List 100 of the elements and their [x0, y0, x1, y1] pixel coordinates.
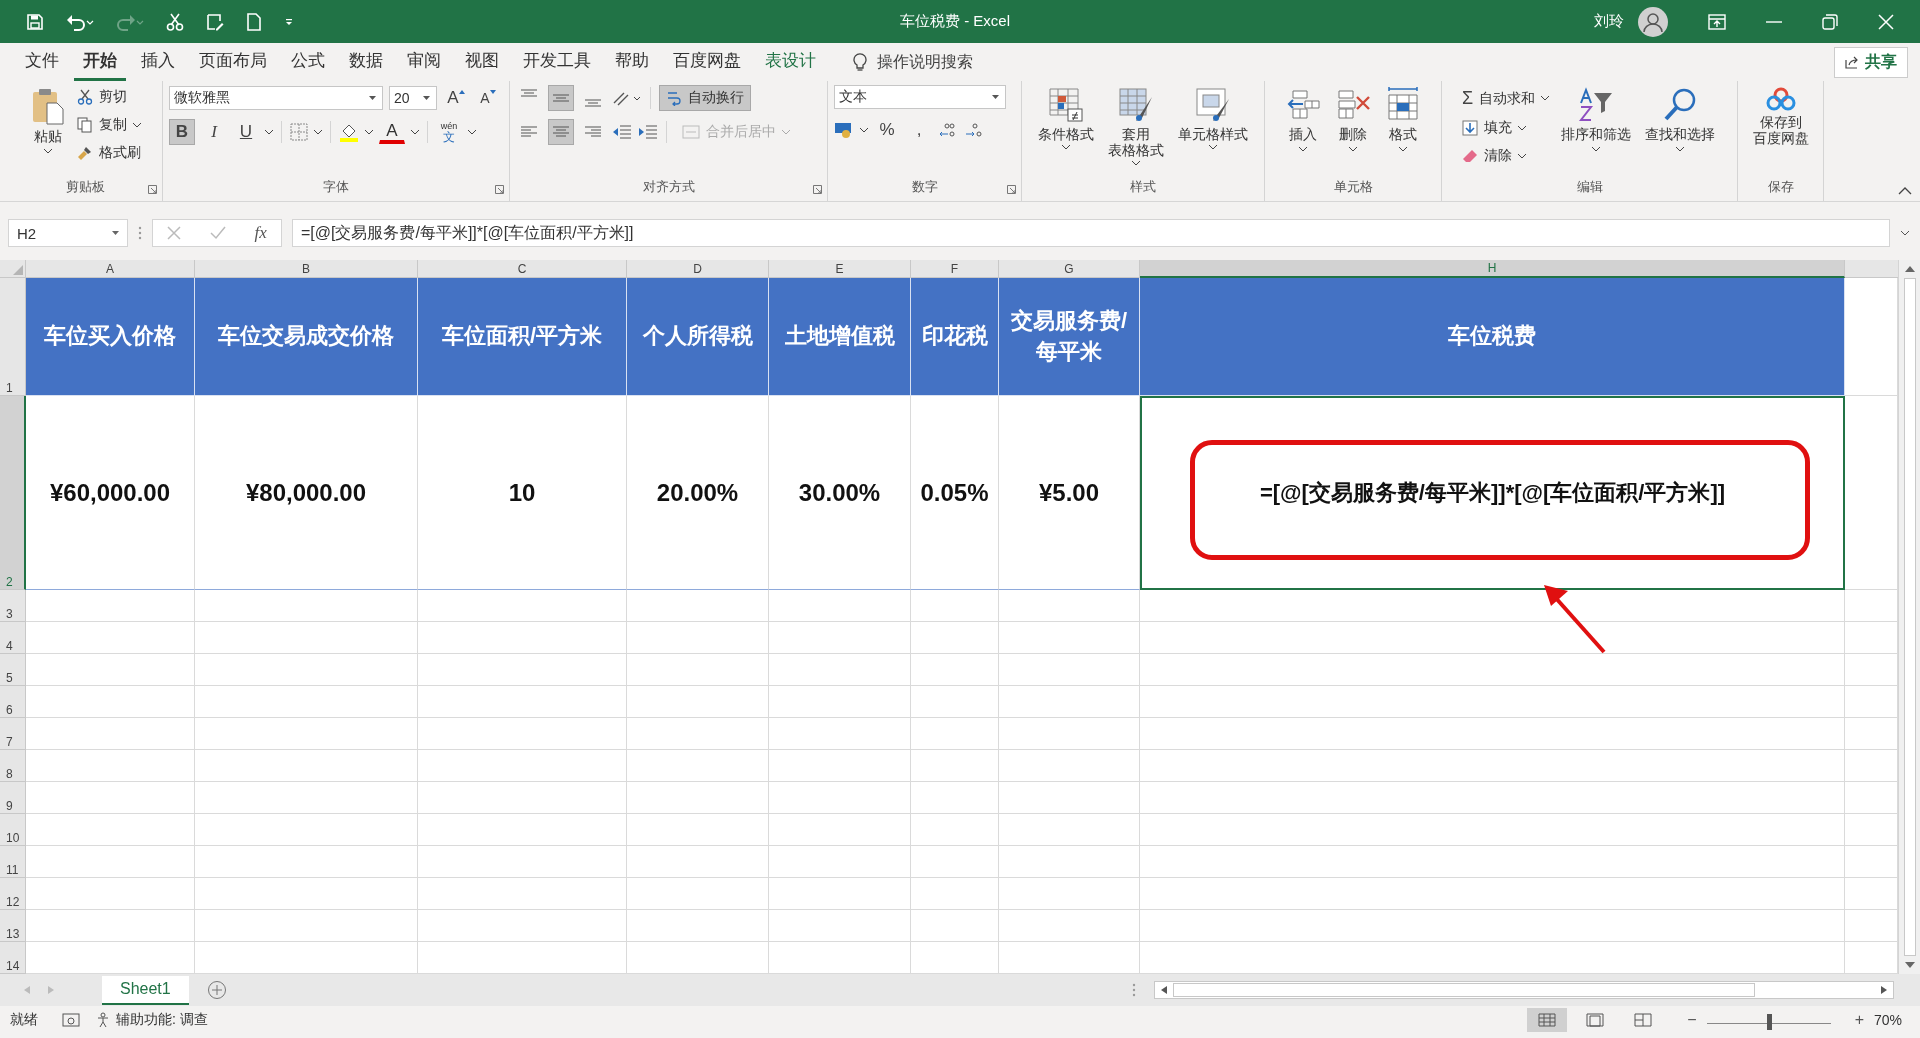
scrollbar-thumb[interactable] — [1173, 983, 1755, 997]
italic-button[interactable]: I — [201, 119, 227, 145]
style-button[interactable]: 条件格式 — [1034, 85, 1098, 153]
accessibility-button[interactable]: 辅助功能: 调查 — [96, 1011, 208, 1029]
row-header[interactable]: 1 — [0, 278, 26, 396]
caret-icon[interactable] — [860, 127, 868, 133]
decrease-decimal-icon[interactable] — [964, 121, 984, 139]
row-header[interactable]: 7 — [0, 718, 26, 750]
scroll-right-icon[interactable] — [1881, 986, 1887, 994]
bold-button[interactable]: B — [169, 119, 195, 145]
restore-icon[interactable] — [1822, 13, 1838, 30]
cut-button[interactable]: 剪切 — [75, 85, 143, 109]
scroll-left-icon[interactable] — [1161, 986, 1167, 994]
caret-icon[interactable] — [411, 129, 419, 135]
expand-icon[interactable] — [1900, 230, 1910, 236]
cells-button[interactable]: 格式 — [1381, 85, 1425, 154]
formula-field[interactable]: =[@[交易服务费/每平米]]*[@[车位面积/平方米]] — [292, 219, 1890, 247]
row-header[interactable]: 4 — [0, 622, 26, 654]
ribbon-tab[interactable]: 表设计 — [756, 43, 825, 81]
ribbon-tab[interactable]: 百度网盘 — [664, 43, 750, 81]
scissors-icon[interactable] — [166, 12, 184, 31]
scroll-up-icon[interactable] — [1904, 266, 1915, 272]
ribbon-tab[interactable]: 审阅 — [398, 43, 450, 81]
drag-handle-icon[interactable] — [138, 226, 142, 240]
avatar-icon[interactable] — [1638, 6, 1668, 37]
ribbon-tab[interactable]: 文件 — [16, 43, 68, 81]
row-header[interactable]: 2 — [0, 396, 26, 590]
dialog-launcher-icon[interactable] — [495, 185, 504, 194]
row-header[interactable]: 9 — [0, 782, 26, 814]
ribbon-tab[interactable]: 开发工具 — [514, 43, 600, 81]
collapse-ribbon-icon[interactable] — [1898, 187, 1912, 195]
style-button[interactable]: 单元格样式 — [1174, 85, 1252, 153]
cells-button[interactable]: 插入 — [1281, 85, 1325, 154]
save-icon[interactable] — [26, 12, 44, 31]
dialog-launcher-icon[interactable] — [813, 185, 822, 194]
ribbon-tab[interactable]: 页面布局 — [190, 43, 276, 81]
ribbon-display-icon[interactable] — [1708, 13, 1726, 30]
column-header[interactable]: F — [911, 260, 999, 278]
ribbon-tab[interactable]: 帮助 — [606, 43, 658, 81]
scrollbar-thumb[interactable] — [1903, 278, 1916, 956]
view-button[interactable] — [1527, 1008, 1568, 1032]
row-header[interactable]: 10 — [0, 814, 26, 846]
share-button[interactable]: 共享 — [1834, 46, 1908, 78]
increase-decimal-icon[interactable] — [938, 121, 958, 139]
check-icon[interactable] — [209, 226, 226, 240]
percent-button[interactable]: % — [874, 117, 900, 143]
row-header[interactable]: 3 — [0, 590, 26, 622]
sheet-tab[interactable]: Sheet1 — [102, 975, 189, 1005]
ribbon-tab[interactable]: 公式 — [282, 43, 334, 81]
underline-button[interactable]: U — [233, 119, 259, 145]
horizontal-scrollbar[interactable] — [1154, 981, 1894, 999]
font-color-button[interactable]: A — [379, 120, 405, 144]
row-header[interactable]: 5 — [0, 654, 26, 686]
caret-icon[interactable] — [365, 129, 373, 135]
decrease-indent-icon[interactable] — [612, 124, 632, 140]
fill-color-icon[interactable] — [339, 122, 359, 142]
scroll-down-icon[interactable] — [1904, 962, 1915, 968]
caret-icon[interactable] — [265, 129, 273, 135]
name-box[interactable]: H2 — [8, 219, 128, 247]
sort-filter-button[interactable]: 排序和筛选 — [1557, 85, 1636, 154]
row-header[interactable]: 12 — [0, 878, 26, 910]
close-icon[interactable] — [1878, 13, 1894, 30]
phonetic-button[interactable]: wén 文 — [436, 119, 462, 145]
copy-button[interactable]: 复制 — [75, 113, 143, 137]
zoom-out-button[interactable]: − — [1687, 1011, 1697, 1029]
currency-icon[interactable] — [834, 121, 854, 139]
save-to-cloud-button[interactable]: 保存到 百度网盘 — [1748, 85, 1813, 149]
user-name[interactable]: 刘玲 — [1594, 12, 1624, 31]
column-header[interactable]: A — [26, 260, 195, 278]
zoom-level[interactable]: 70% — [1873, 1012, 1902, 1028]
macro-record-icon[interactable] — [62, 1013, 80, 1027]
add-sheet-icon[interactable] — [206, 980, 227, 1000]
column-header[interactable]: G — [999, 260, 1140, 278]
dialog-launcher-icon[interactable] — [1007, 185, 1016, 194]
minimize-icon[interactable] — [1766, 19, 1782, 24]
find-select-button[interactable]: 查找和选择 — [1641, 85, 1720, 154]
caret-icon[interactable] — [314, 129, 322, 135]
number-format-field[interactable]: 文本 — [834, 85, 1006, 109]
clear-button[interactable]: 清除 — [1459, 144, 1552, 168]
zoom-in-button[interactable]: + — [1854, 1011, 1864, 1029]
grow-font-button[interactable]: A — [443, 85, 469, 111]
shrink-font-button[interactable]: A — [475, 85, 501, 111]
split-handle-icon[interactable] — [1132, 983, 1136, 997]
font-size-field[interactable]: 20 — [389, 86, 437, 110]
cells-button[interactable]: 删除 — [1331, 85, 1375, 154]
caret-icon[interactable] — [468, 129, 476, 135]
row-header[interactable]: 11 — [0, 846, 26, 878]
ribbon-tab[interactable]: 视图 — [456, 43, 508, 81]
save-as-icon[interactable] — [206, 12, 224, 31]
autosum-button[interactable]: Σ 自动求和 — [1459, 85, 1552, 112]
row-header[interactable]: 8 — [0, 750, 26, 782]
ribbon-tab[interactable]: 开始 — [74, 43, 126, 81]
column-header[interactable]: D — [627, 260, 769, 278]
row-header[interactable]: 14 — [0, 942, 26, 974]
column-header[interactable]: E — [769, 260, 911, 278]
format-painter-button[interactable]: 格式刷 — [75, 141, 143, 165]
row-header[interactable]: 6 — [0, 686, 26, 718]
column-header[interactable]: C — [418, 260, 627, 278]
paste-button[interactable]: 粘贴 — [27, 85, 69, 156]
ribbon-tab[interactable]: 数据 — [340, 43, 392, 81]
